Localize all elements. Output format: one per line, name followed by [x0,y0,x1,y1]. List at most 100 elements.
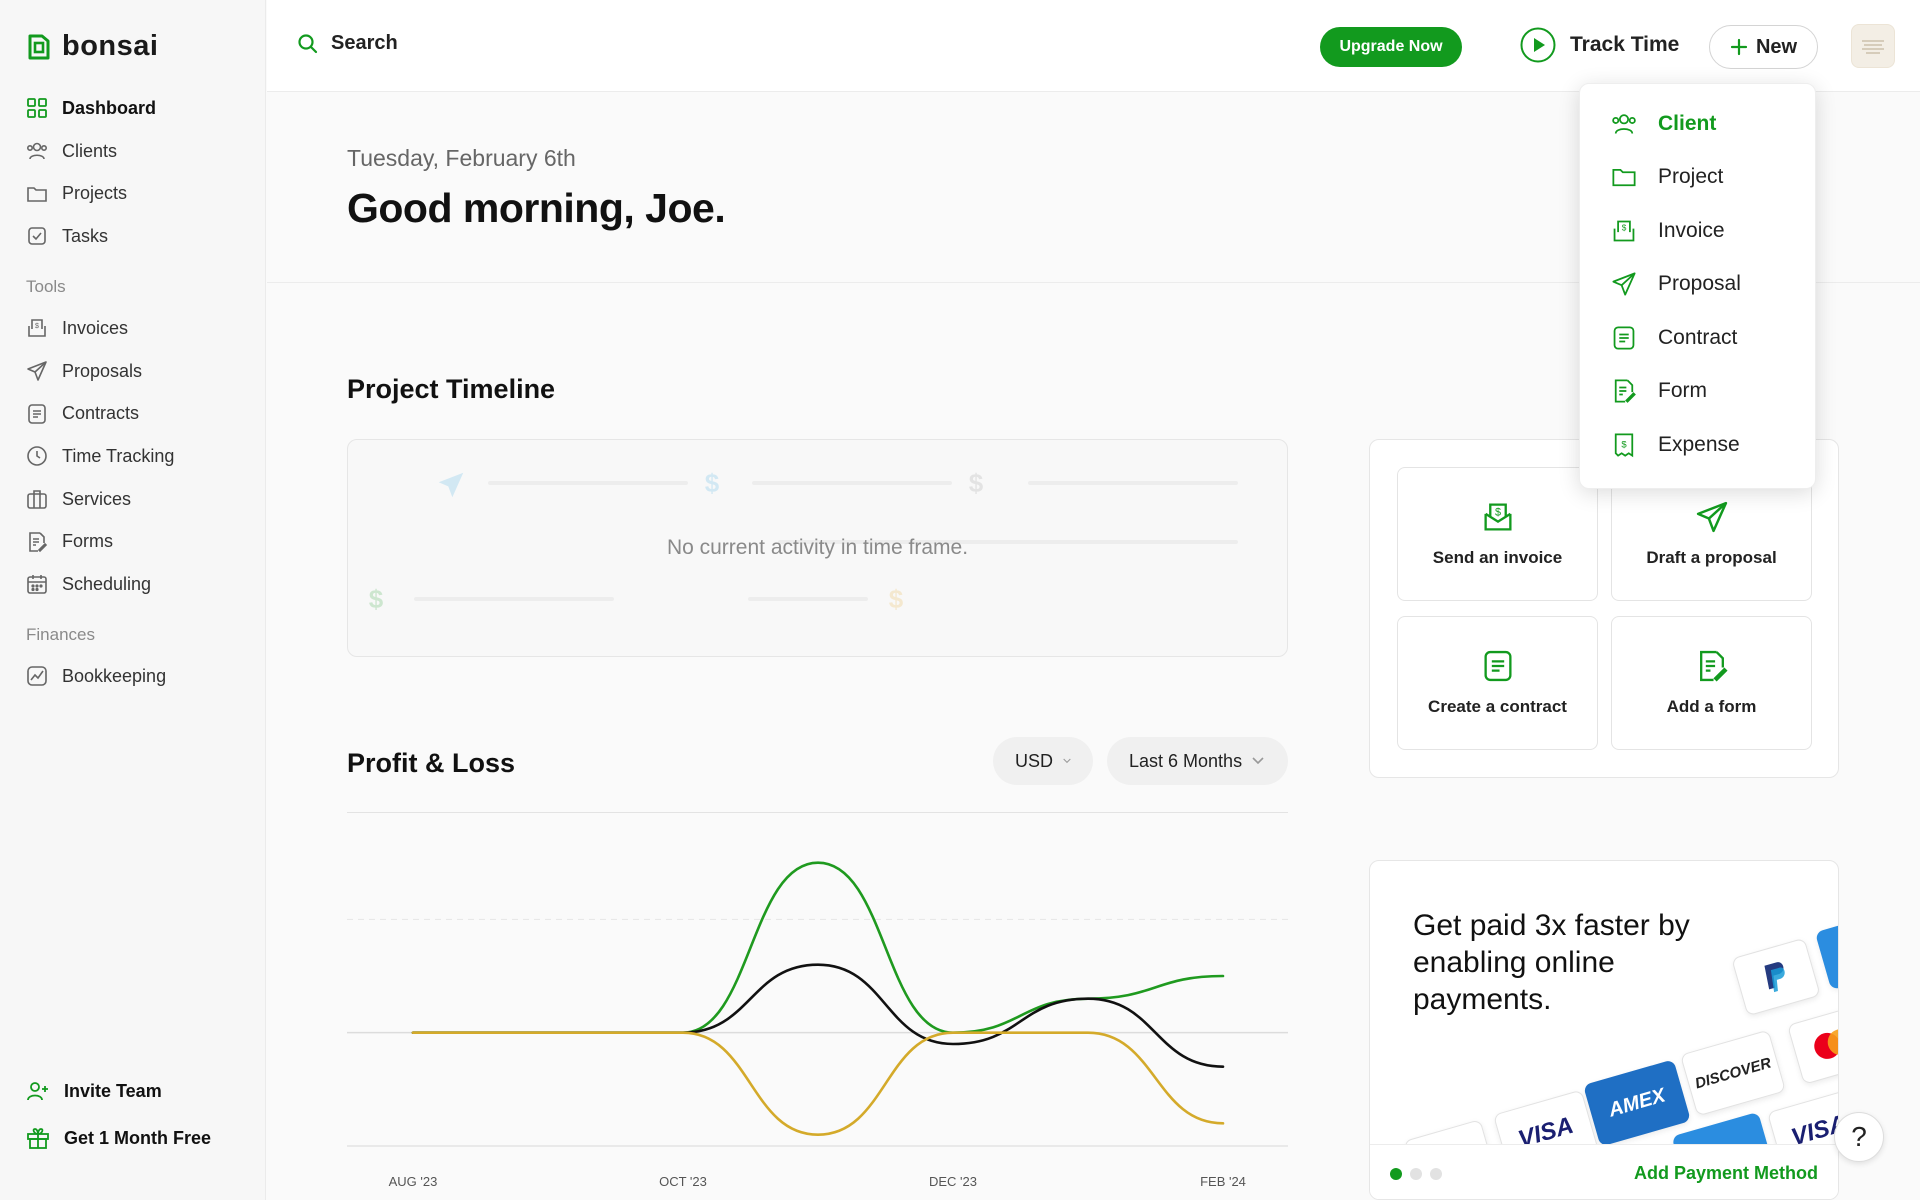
svg-text:$: $ [1621,439,1627,450]
sidebar-item-label: Services [62,488,132,509]
sidebar-item-projects[interactable]: Projects [26,172,256,215]
sidebar-item-invoices[interactable]: $ Invoices [26,307,256,350]
sidebar-item-time-tracking[interactable]: Time Tracking [26,435,256,478]
mastercard-card [1787,1003,1838,1085]
currency-value: USD [1015,750,1054,771]
invoice-icon: $ [28,319,46,338]
menu-item-contract[interactable]: Contract [1580,311,1815,365]
form-icon [29,531,48,552]
quick-actions-panel: $ Send an invoice Draft a proposal Creat… [1369,439,1839,778]
sidebar-item-forms[interactable]: Forms [26,520,256,563]
studio-logo-icon [1862,40,1884,54]
section-title-tools: Tools [26,277,66,296]
sidebar-item-label: Contracts [62,403,140,424]
menu-item-proposal[interactable]: Proposal [1580,258,1815,312]
discover-card: DISCOVER [1679,1029,1787,1117]
section-title-finances: Finances [26,625,95,644]
sidebar-item-services[interactable]: Services [26,478,256,521]
sidebar-item-label: Forms [62,531,113,552]
receipt-icon: $ [1614,433,1634,458]
timeline-placeholder-bar [488,481,688,485]
send-icon [438,472,464,498]
brand-logo[interactable]: bonsai [26,30,158,63]
sidebar-item-clients[interactable]: Clients [26,130,256,173]
track-time-button[interactable]: Track Time [1520,27,1679,63]
main-nav: Dashboard Clients Projects Tasks [26,87,256,258]
empty-state-text: No current activity in time frame. [666,536,969,559]
amex-card: AMEX [1583,1059,1691,1147]
series-line-0 [411,861,1225,1034]
new-button[interactable]: New [1709,25,1818,69]
carousel-dot[interactable] [1410,1168,1422,1180]
track-time-label: Track Time [1570,33,1680,56]
carousel-dot[interactable] [1390,1168,1402,1180]
plus-icon [1730,38,1748,56]
promo-text: Get paid 3x faster by enabling online pa… [1413,909,1690,1016]
svg-text:$: $ [1494,506,1500,518]
add-payment-method-link[interactable]: Add Payment Method [1634,1163,1818,1184]
x-tick-label: DEC '23 [929,1174,977,1189]
carousel-dots[interactable] [1390,1168,1442,1180]
add-form-card[interactable]: Add a form [1611,616,1812,750]
sidebar-item-contracts[interactable]: Contracts [26,392,256,435]
carousel-dot[interactable] [1430,1168,1442,1180]
project-timeline-title: Project Timeline [347,374,556,404]
help-button[interactable]: ? [1834,1112,1884,1162]
send-icon [1696,501,1727,533]
new-dropdown-menu: Client Project $ Invoice Proposal Contra… [1579,83,1816,489]
bonsai-logo-icon [28,34,50,59]
profit-loss-title: Profit & Loss [347,748,516,778]
get-free-month-button[interactable]: Get 1 Month Free [26,1127,211,1149]
sidebar-item-scheduling[interactable]: Scheduling [26,563,256,606]
form-icon [1699,650,1728,682]
sidebar-item-label: Scheduling [62,573,152,594]
users-icon [1612,114,1636,134]
paypal-logo-icon [1764,962,1785,993]
folder-icon [27,186,47,202]
users-icon [26,142,48,160]
sidebar-item-proposals[interactable]: Proposals [26,350,256,393]
finances-nav: Bookkeeping [26,655,256,698]
briefcase-icon [27,490,47,509]
avatar[interactable] [1851,24,1895,68]
send-invoice-card[interactable]: $ Send an invoice [1397,467,1598,601]
menu-item-expense[interactable]: $ Expense [1580,418,1815,472]
invite-team-label: Invite Team [64,1080,162,1101]
sidebar-item-dashboard[interactable]: Dashboard [26,87,256,130]
sidebar: bonsai Dashboard Clients Projects Tasks … [0,0,266,1200]
add-form-label: Add a form [1666,697,1757,716]
payment-promo-card: Get paid 3x faster by enabling online pa… [1369,860,1839,1200]
sidebar-item-label: Tasks [62,225,109,246]
chevron-down-icon [1063,758,1071,764]
sidebar-item-label: Clients [62,140,118,161]
sidebar-item-label: Time Tracking [62,445,175,466]
timeline-placeholder-bar [748,597,868,601]
search-input[interactable]: Search [297,32,398,55]
sidebar-item-bookkeeping[interactable]: Bookkeeping [26,655,256,698]
menu-item-client[interactable]: Client [1580,97,1815,151]
invite-team-button[interactable]: Invite Team [26,1080,162,1102]
paypal-card [1731,937,1821,1017]
upgrade-now-button[interactable]: Upgrade Now [1320,27,1462,67]
x-tick-label: OCT '23 [659,1174,707,1189]
grid-icon [27,98,47,119]
create-contract-card[interactable]: Create a contract [1397,616,1598,750]
tools-nav: $ Invoices Proposals Contracts Time Trac… [26,307,256,606]
date-range-select[interactable]: Last 6 Months [1107,737,1288,785]
sidebar-item-tasks[interactable]: Tasks [26,215,256,258]
menu-item-form[interactable]: Form [1580,365,1815,419]
invoice-icon: $ [1613,220,1635,242]
menu-item-label: Client [1658,111,1717,135]
svg-text:$: $ [1622,223,1627,232]
contract-icon [28,403,46,424]
menu-item-label: Contract [1658,325,1738,349]
svg-text:$: $ [705,468,720,498]
menu-item-project[interactable]: Project [1580,151,1815,205]
topbar: Search Upgrade Now Track Time New [267,0,1920,92]
currency-select[interactable]: USD [993,737,1093,785]
menu-item-invoice[interactable]: $ Invoice [1580,204,1815,258]
svg-text:$: $ [889,584,904,614]
contract-icon [1483,650,1512,682]
calendar-icon [27,575,47,595]
contract-icon [1613,326,1635,350]
